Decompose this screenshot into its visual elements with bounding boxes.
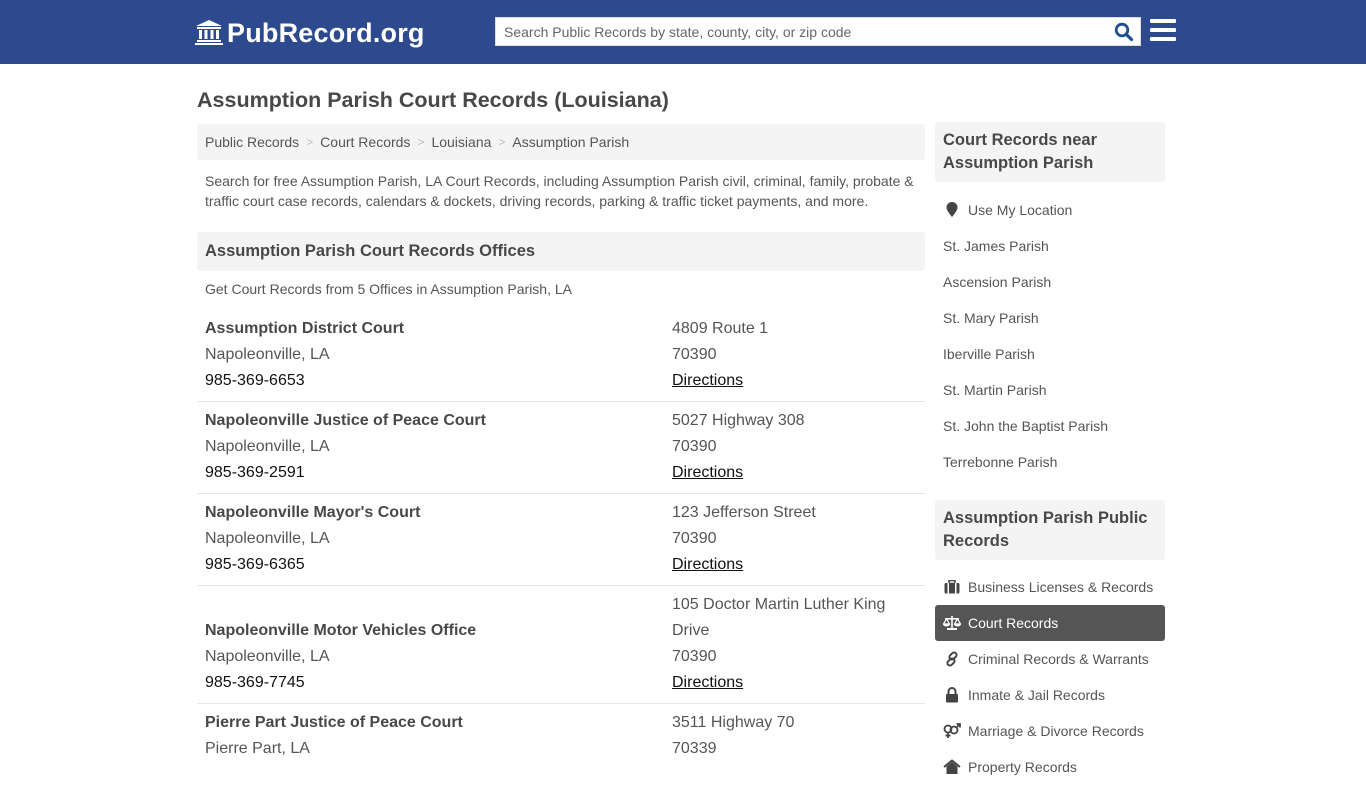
inmate-records-link[interactable]: Inmate & Jail Records xyxy=(935,677,1165,713)
menu-bar xyxy=(1150,19,1176,23)
briefcase-icon xyxy=(943,579,961,595)
office-phone[interactable]: 985-369-6365 xyxy=(205,552,672,578)
office-name: Assumption District Court xyxy=(205,320,405,337)
offices-section-title: Assumption Parish Court Records Offices xyxy=(197,232,925,271)
page-title: Assumption Parish Court Records (Louisia… xyxy=(197,88,669,112)
property-records-link[interactable]: Property Records xyxy=(935,749,1165,785)
office-item: Napoleonville Mayor's Court Napoleonvill… xyxy=(197,494,925,586)
home-icon xyxy=(943,759,961,775)
nearby-records-title: Court Records near Assumption Parish xyxy=(935,122,1165,182)
business-licenses-link[interactable]: Business Licenses & Records xyxy=(935,569,1165,605)
marriage-divorce-link[interactable]: Marriage & Divorce Records xyxy=(935,713,1165,749)
office-address-line2: Drive xyxy=(672,622,710,639)
breadcrumb-court-records[interactable]: Court Records xyxy=(320,134,410,150)
link-icon xyxy=(943,651,961,667)
search-icon xyxy=(1114,22,1134,42)
office-item: Assumption District Court Napoleonville,… xyxy=(197,310,925,402)
breadcrumb-separator: > xyxy=(498,135,506,149)
office-address: 105 Doctor Martin Luther King xyxy=(672,596,886,613)
criminal-records-link[interactable]: Criminal Records & Warrants xyxy=(935,641,1165,677)
breadcrumb-louisiana[interactable]: Louisiana xyxy=(431,134,491,150)
criminal-records-label: Criminal Records & Warrants xyxy=(968,651,1149,667)
nearby-parish-link[interactable]: St. Mary Parish xyxy=(935,300,1165,336)
menu-bar xyxy=(1150,28,1176,32)
intro-text: Search for free Assumption Parish, LA Co… xyxy=(205,173,914,209)
gender-symbol-icon xyxy=(943,723,961,739)
nearby-parish-link[interactable]: St. Martin Parish xyxy=(935,372,1165,408)
breadcrumb-assumption-parish[interactable]: Assumption Parish xyxy=(512,134,629,150)
office-city: Napoleonville, LA xyxy=(205,438,330,455)
office-zip: 70390 xyxy=(672,648,717,665)
directions-link[interactable]: Directions xyxy=(672,372,743,389)
search-button[interactable] xyxy=(1112,20,1136,44)
offices-list: Assumption District Court Napoleonville,… xyxy=(197,310,925,769)
directions-link[interactable]: Directions xyxy=(672,464,743,481)
office-zip: 70390 xyxy=(672,346,717,363)
balance-scale-icon xyxy=(943,615,961,631)
office-name: Napoleonville Motor Vehicles Office xyxy=(205,622,477,639)
office-name: Napoleonville Mayor's Court xyxy=(205,504,421,521)
menu-bar xyxy=(1150,37,1176,41)
office-city: Napoleonville, LA xyxy=(205,648,330,665)
courthouse-icon xyxy=(195,20,223,45)
office-phone[interactable]: 985-369-2591 xyxy=(205,460,672,486)
office-item: Napoleonville Motor Vehicles Office Napo… xyxy=(197,586,925,704)
office-phone[interactable]: 985-369-7745 xyxy=(205,670,672,696)
search-bar xyxy=(495,17,1141,46)
office-address: 5027 Highway 308 xyxy=(672,412,805,429)
breadcrumb: Public Records > Court Records > Louisia… xyxy=(197,124,925,160)
hamburger-menu-button[interactable] xyxy=(1150,19,1176,43)
office-zip: 70390 xyxy=(672,438,717,455)
marriage-divorce-label: Marriage & Divorce Records xyxy=(968,723,1144,739)
search-input[interactable] xyxy=(496,18,1106,45)
nearby-parish-link[interactable]: Ascension Parish xyxy=(935,264,1165,300)
business-licenses-label: Business Licenses & Records xyxy=(968,579,1154,595)
office-city: Napoleonville, LA xyxy=(205,530,330,547)
breadcrumb-separator: > xyxy=(417,135,425,149)
public-records-title: Assumption Parish Public Records xyxy=(935,500,1165,560)
nearby-parish-link[interactable]: St. James Parish xyxy=(935,228,1165,264)
office-address: 123 Jefferson Street xyxy=(672,504,816,521)
office-city: Pierre Part, LA xyxy=(205,740,310,757)
nearby-parish-link[interactable]: Iberville Parish xyxy=(935,336,1165,372)
offices-section-subtitle: Get Court Records from 5 Offices in Assu… xyxy=(205,281,573,297)
office-item: Pierre Part Justice of Peace Court Pierr… xyxy=(197,704,925,769)
office-zip: 70339 xyxy=(672,740,717,757)
site-logo[interactable]: PubRecord.org xyxy=(195,16,425,50)
inmate-records-label: Inmate & Jail Records xyxy=(968,687,1105,703)
map-marker-icon xyxy=(943,202,961,218)
nearby-parish-link[interactable]: St. John the Baptist Parish xyxy=(935,408,1165,444)
breadcrumb-separator: > xyxy=(306,135,314,149)
court-records-label: Court Records xyxy=(968,615,1059,631)
property-records-label: Property Records xyxy=(968,759,1077,775)
directions-link[interactable]: Directions xyxy=(672,674,743,691)
court-records-link[interactable]: Court Records xyxy=(935,605,1165,641)
use-my-location-link[interactable]: Use My Location xyxy=(935,192,1165,228)
use-my-location-label: Use My Location xyxy=(968,202,1073,218)
lock-icon xyxy=(943,687,961,703)
office-address: 4809 Route 1 xyxy=(672,320,769,337)
public-records-list: Business Licenses & Records Court Record… xyxy=(935,569,1165,785)
office-item: Napoleonville Justice of Peace Court Nap… xyxy=(197,402,925,494)
office-city: Napoleonville, LA xyxy=(205,346,330,363)
top-navbar: PubRecord.org xyxy=(0,0,1366,64)
office-address: 3511 Highway 70 xyxy=(672,714,795,731)
office-phone[interactable]: 985-369-6653 xyxy=(205,368,672,394)
office-zip: 70390 xyxy=(672,530,717,547)
logo-text: PubRecord.org xyxy=(227,17,425,48)
breadcrumb-public-records[interactable]: Public Records xyxy=(205,134,299,150)
directions-link[interactable]: Directions xyxy=(672,556,743,573)
nearby-parish-link[interactable]: Terrebonne Parish xyxy=(935,444,1165,480)
office-name: Pierre Part Justice of Peace Court xyxy=(205,714,463,731)
office-name: Napoleonville Justice of Peace Court xyxy=(205,412,486,429)
nearby-parishes-list: Use My Location St. James Parish Ascensi… xyxy=(935,192,1165,480)
